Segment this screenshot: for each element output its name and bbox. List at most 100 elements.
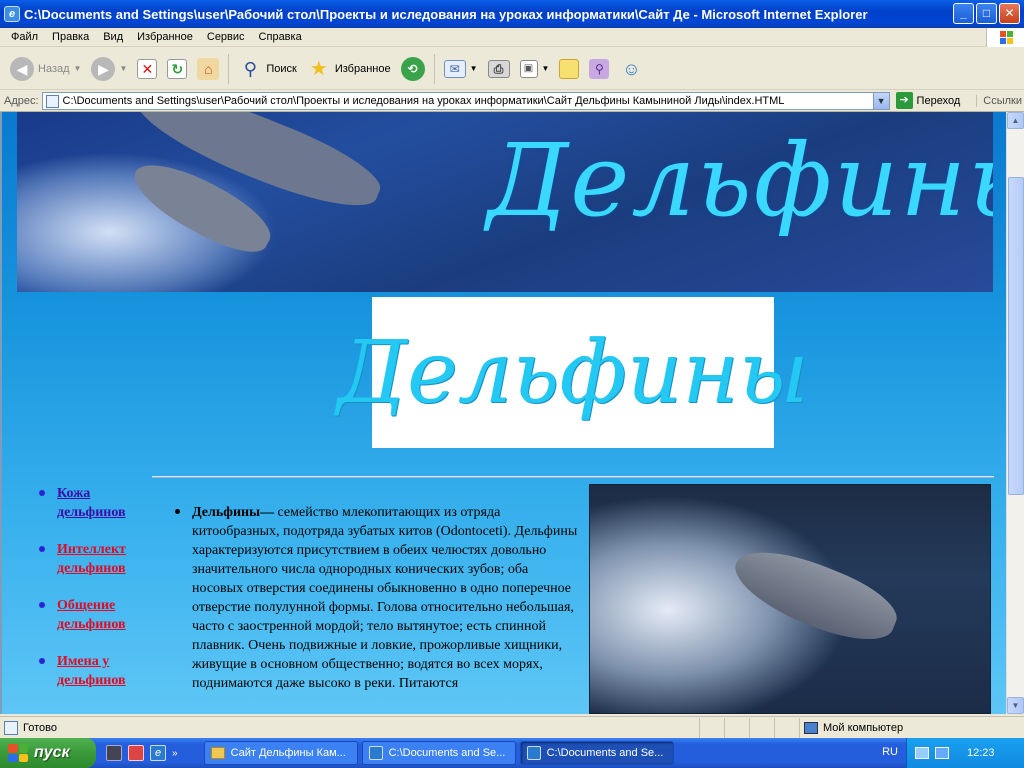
article-paragraph: Дельфины— семейство млекопитающих из отр… <box>175 503 580 693</box>
nav-item: Интеллект дельфинов <box>32 540 152 578</box>
menu-view[interactable]: Вид <box>96 31 130 43</box>
discuss-button[interactable] <box>555 52 583 86</box>
window-title: C:\Documents and Settings\user\Рабочий с… <box>24 6 868 22</box>
toolbar: ◀ Назад ▼ ▶ ▼ ✕ ↻ ⌂ ⚲ Поиск ★ Избранное … <box>0 48 1024 90</box>
side-navigation: Кожа дельфинов Интеллект дельфинов Общен… <box>32 484 152 708</box>
taskbar-window-ie-active[interactable]: C:\Documents and Se... <box>519 741 674 765</box>
window-title-bar[interactable]: e C:\Documents and Settings\user\Рабочий… <box>0 0 1024 28</box>
nav-item: Кожа дельфинов <box>32 484 152 522</box>
forward-button[interactable]: ▶ ▼ <box>87 52 131 86</box>
windows-flag-icon <box>8 744 28 762</box>
nav-link-skin[interactable]: Кожа дельфинов <box>57 486 126 520</box>
status-cell <box>725 717 750 738</box>
taskbar: пуск e » Сайт Дельфины Кам... C:\Documen… <box>0 738 1024 768</box>
status-zone-text: Мой компьютер <box>823 721 904 734</box>
maximize-button[interactable]: □ <box>976 3 997 24</box>
links-button[interactable]: Ссылки <box>976 94 1022 107</box>
forward-dropdown-icon[interactable]: ▼ <box>119 64 127 73</box>
note-icon <box>559 58 580 79</box>
bullet <box>175 509 180 514</box>
desktop-icon[interactable] <box>106 745 122 761</box>
page-content: Дельфины Дельфины Кожа дельфинов Интелле… <box>0 112 1006 714</box>
edit-dropdown-icon[interactable]: ▼ <box>542 64 550 73</box>
forward-arrow-icon: ▶ <box>91 56 116 81</box>
history-button[interactable]: ⟲ <box>397 52 429 86</box>
address-url: C:\Documents and Settings\user\Рабочий с… <box>62 94 785 107</box>
nav-item: Имена у дельфинов <box>32 652 152 690</box>
minimize-button[interactable]: _ <box>953 3 974 24</box>
language-indicator[interactable]: RU <box>882 746 898 758</box>
taskbar-window-folder[interactable]: Сайт Дельфины Кам... <box>203 741 358 765</box>
status-cell <box>750 717 775 738</box>
toolbar-separator <box>228 53 230 84</box>
print-button[interactable]: ⎙ <box>484 52 514 86</box>
printer-icon: ⎙ <box>487 59 510 78</box>
article-text: семейство млекопитающих из отряда китооб… <box>192 505 578 691</box>
article-dash: — <box>260 505 275 520</box>
status-cell <box>775 717 800 738</box>
back-button[interactable]: ◀ Назад ▼ <box>6 52 85 86</box>
ie-icon <box>368 746 383 760</box>
vertical-scrollbar[interactable]: ▲ ▼ <box>1006 112 1024 714</box>
folder-icon <box>210 747 225 759</box>
messenger-button[interactable]: ☺ <box>615 52 647 86</box>
nav-item: Общение дельфинов <box>32 596 152 634</box>
start-button[interactable]: пуск <box>0 738 96 768</box>
refresh-button[interactable]: ↻ <box>163 52 191 86</box>
star-icon: ★ <box>309 57 328 80</box>
search-icon: ⚲ <box>243 58 257 79</box>
menu-favorites[interactable]: Избранное <box>130 31 200 43</box>
favorites-button[interactable]: ★ Избранное <box>303 52 395 86</box>
media-icon[interactable] <box>128 745 144 761</box>
back-dropdown-icon[interactable]: ▼ <box>74 64 82 73</box>
banner-title: Дельфины <box>487 122 993 239</box>
nav-link-intellect[interactable]: Интеллект дельфинов <box>57 542 126 576</box>
nav-link-communication[interactable]: Общение дельфинов <box>57 598 126 632</box>
address-label: Адрес: <box>4 94 39 107</box>
address-input[interactable]: C:\Documents and Settings\user\Рабочий с… <box>41 91 890 110</box>
clock[interactable]: 12:23 <box>967 747 995 759</box>
edit-icon: ▣ <box>519 59 538 78</box>
edit-button[interactable]: ▣ ▼ <box>516 52 554 86</box>
nav-link-names[interactable]: Имена у дельфинов <box>57 654 126 688</box>
page-status-icon <box>4 720 18 735</box>
menu-edit[interactable]: Правка <box>45 31 96 43</box>
research-button[interactable]: ⚲ <box>585 52 613 86</box>
quick-launch-more[interactable]: » <box>172 748 178 759</box>
go-button[interactable]: ➔ Переход <box>895 92 960 109</box>
status-cell: Готово <box>0 717 700 738</box>
menu-bar: Файл Правка Вид Избранное Сервис Справка <box>0 28 1024 47</box>
search-button[interactable]: ⚲ Поиск <box>234 52 300 86</box>
toolbar-separator <box>433 53 435 84</box>
search-label: Поиск <box>266 62 297 75</box>
network-icon[interactable] <box>915 747 929 759</box>
address-dropdown-icon[interactable]: ▼ <box>872 92 889 109</box>
menu-file[interactable]: Файл <box>4 31 45 43</box>
taskbar-window-label: C:\Documents and Se... <box>546 747 664 759</box>
status-zone: Мой компьютер <box>800 718 1000 738</box>
quick-launch: e » <box>96 745 178 761</box>
status-cell <box>700 717 725 738</box>
taskbar-window-label: C:\Documents and Se... <box>388 747 506 759</box>
mail-button[interactable]: ✉ ▼ <box>440 52 482 86</box>
research-icon: ⚲ <box>589 58 610 79</box>
scroll-up-icon[interactable]: ▲ <box>1007 112 1024 129</box>
volume-icon[interactable] <box>935 747 949 759</box>
stop-icon: ✕ <box>137 58 158 79</box>
menu-tools[interactable]: Сервис <box>200 31 252 43</box>
ie-quicklaunch-icon[interactable]: e <box>150 745 166 761</box>
history-icon: ⟲ <box>400 56 425 81</box>
article-term: Дельфины <box>192 505 261 520</box>
taskbar-window-ie[interactable]: C:\Documents and Se... <box>361 741 516 765</box>
mail-dropdown-icon[interactable]: ▼ <box>470 64 478 73</box>
mail-icon: ✉ <box>443 59 466 78</box>
close-button[interactable]: ✕ <box>999 3 1020 24</box>
scroll-thumb[interactable] <box>1008 177 1024 495</box>
back-label: Назад <box>38 62 70 75</box>
scroll-down-icon[interactable]: ▼ <box>1007 697 1024 714</box>
menu-help[interactable]: Справка <box>252 31 309 43</box>
favorites-label: Избранное <box>334 62 391 75</box>
home-button[interactable]: ⌂ <box>193 52 223 86</box>
stop-button[interactable]: ✕ <box>133 52 161 86</box>
logo-title: Дельфины <box>337 322 809 423</box>
